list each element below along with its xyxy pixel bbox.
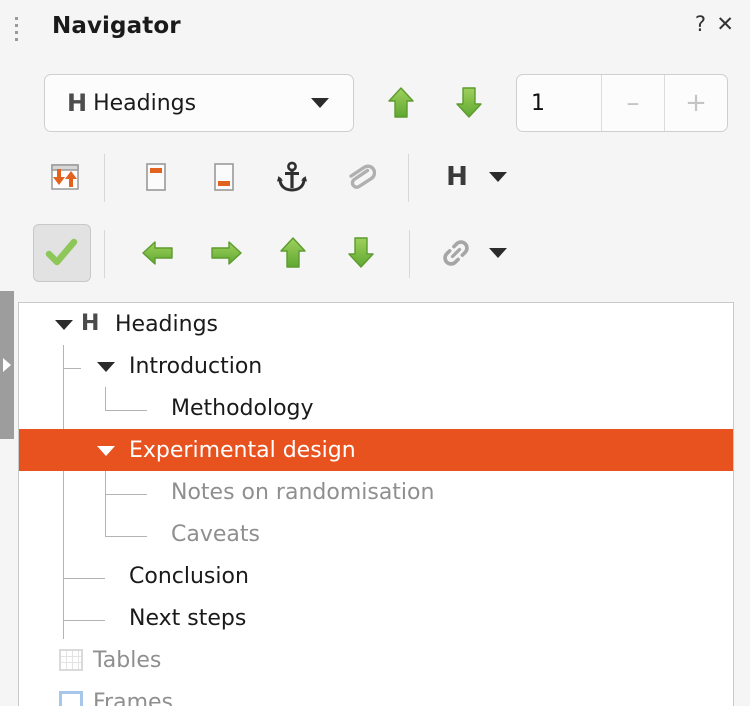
- move-chapter-down-button[interactable]: [332, 224, 390, 282]
- tree-row-label: Tables: [93, 647, 162, 673]
- anchor-button[interactable]: [263, 148, 321, 206]
- check-green-icon: [45, 238, 78, 266]
- tree-row-label: Headings: [115, 311, 219, 337]
- arrow-left-green-icon: [142, 241, 173, 265]
- arrow-up-green-icon: [388, 87, 414, 118]
- content-selector-dropdown[interactable]: H Headings: [44, 74, 354, 132]
- footer-icon: [214, 163, 234, 191]
- table-icon: [59, 649, 83, 671]
- toolbar-separator: [104, 230, 105, 278]
- page-number-spinner[interactable]: 1 – +: [516, 74, 728, 132]
- chevron-right-icon: [3, 358, 11, 372]
- toggle-master-view-button[interactable]: [36, 148, 94, 206]
- help-icon[interactable]: ?: [695, 14, 706, 35]
- tree-row[interactable]: Tables: [19, 639, 733, 681]
- tree-row-label: Introduction: [129, 353, 263, 379]
- toolbar-separator: [409, 230, 410, 278]
- tree-row[interactable]: Notes on randomisation: [19, 471, 733, 513]
- expander-triangle-down-icon[interactable]: [97, 362, 115, 372]
- page-number-value[interactable]: 1: [517, 75, 601, 131]
- tree-row-label: Notes on randomisation: [171, 479, 435, 505]
- tree-row[interactable]: Next steps: [19, 597, 733, 639]
- tree-row[interactable]: Introduction: [19, 345, 733, 387]
- move-chapter-up-button[interactable]: [264, 224, 322, 282]
- arrow-down-green-icon: [348, 237, 374, 268]
- tree-row[interactable]: H Headings: [19, 303, 733, 345]
- tree-row-label: Conclusion: [129, 563, 249, 589]
- arrow-down-green-icon: [456, 87, 482, 118]
- navigator-titlebar: Navigator ? ✕: [0, 0, 750, 56]
- arrow-up-green-icon: [280, 237, 306, 268]
- heading-levels-button[interactable]: H: [428, 148, 486, 206]
- previous-heading-button[interactable]: [372, 74, 430, 132]
- sidebar-show-handle[interactable]: [0, 291, 14, 439]
- navigator-top-controls: H Headings 1 – +: [0, 70, 750, 136]
- paperclip-icon: [349, 164, 376, 189]
- heading-icon: H: [81, 311, 100, 336]
- next-heading-button[interactable]: [440, 74, 498, 132]
- spinner-decrement-button[interactable]: –: [601, 75, 664, 131]
- tree-row-label: Experimental design: [129, 437, 356, 463]
- drag-grip-icon[interactable]: [12, 17, 20, 41]
- drag-mode-button[interactable]: [427, 224, 485, 282]
- switch-view-icon: [51, 164, 79, 190]
- promote-level-button[interactable]: [129, 224, 187, 282]
- tree-row[interactable]: Experimental design: [19, 429, 733, 471]
- content-selector-value: Headings: [93, 90, 197, 116]
- header-button[interactable]: [127, 148, 185, 206]
- navigator-panel: Navigator ? ✕ H Headings 1 – + H H Headi…: [0, 0, 750, 706]
- tree-row-label: Next steps: [129, 605, 247, 631]
- frame-icon: [59, 691, 83, 706]
- demote-level-button[interactable]: [197, 224, 255, 282]
- drag-mode-chevron-down-icon[interactable]: [489, 248, 507, 258]
- tree-row-label: Frames: [93, 689, 174, 706]
- anchor-icon: [277, 161, 307, 192]
- heading-icon: H: [446, 162, 468, 192]
- tree-row[interactable]: Methodology: [19, 387, 733, 429]
- expander-triangle-down-icon[interactable]: [97, 446, 115, 456]
- content-navigation-view-button[interactable]: [33, 224, 91, 282]
- set-reminder-button[interactable]: [331, 148, 389, 206]
- page-title: Navigator: [52, 13, 181, 39]
- tree-row-label: Methodology: [171, 395, 314, 421]
- arrow-right-green-icon: [211, 241, 242, 265]
- header-icon: [146, 163, 166, 191]
- expander-triangle-down-icon[interactable]: [55, 320, 73, 330]
- tree-row[interactable]: Conclusion: [19, 555, 733, 597]
- navigator-toolbar-row-2: [0, 224, 750, 286]
- tree-row-label: Caveats: [171, 521, 260, 547]
- tree-row[interactable]: Caveats: [19, 513, 733, 555]
- heading-levels-chevron-down-icon[interactable]: [489, 172, 507, 182]
- chain-link-icon: [443, 240, 469, 266]
- spinner-increment-button[interactable]: +: [664, 75, 727, 131]
- toolbar-separator: [408, 154, 409, 202]
- footer-button[interactable]: [195, 148, 253, 206]
- tree-row[interactable]: Frames: [19, 681, 733, 706]
- navigator-content-tree[interactable]: H Headings Introduction Methodology Experime…: [18, 302, 734, 706]
- heading-icon: H: [67, 89, 88, 117]
- toolbar-separator: [104, 154, 105, 202]
- chevron-down-icon: [311, 98, 329, 108]
- navigator-toolbar-row-1: H: [0, 148, 750, 210]
- close-icon[interactable]: ✕: [716, 14, 734, 35]
